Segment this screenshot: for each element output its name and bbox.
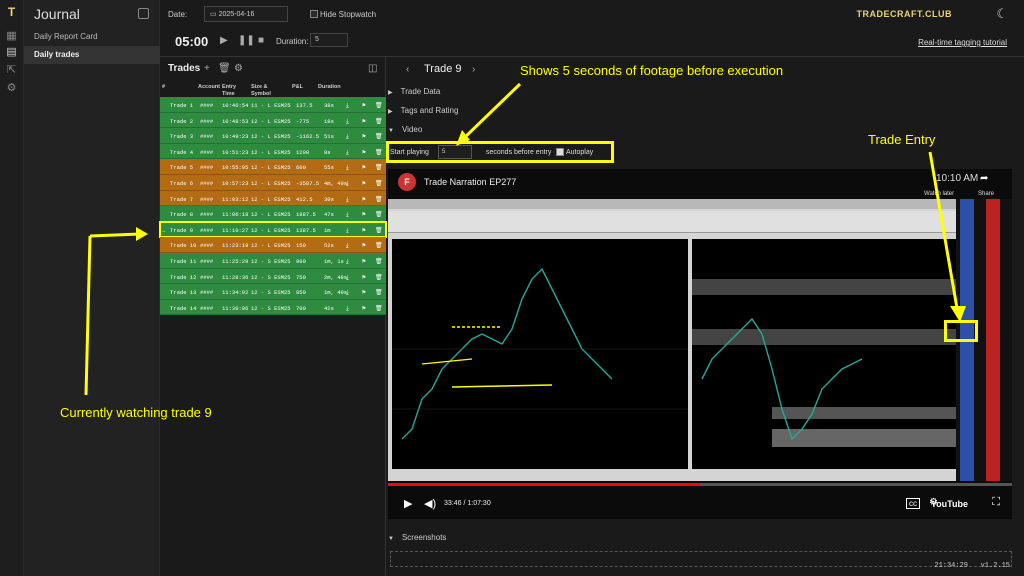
arrow-watching: [89, 232, 141, 238]
status-clock: 21:34:29: [934, 562, 968, 570]
app-version: v1.2.15: [980, 562, 1010, 570]
arrow-footage: [460, 82, 522, 142]
arrow-head: [136, 227, 148, 241]
status-bar: 21:34:29 v1.2.15: [934, 562, 1010, 570]
arrow-head: [950, 306, 966, 322]
arrow-entry: [928, 151, 960, 315]
annotation-arrows: [84, 82, 966, 396]
arrow-watching: [84, 235, 92, 396]
